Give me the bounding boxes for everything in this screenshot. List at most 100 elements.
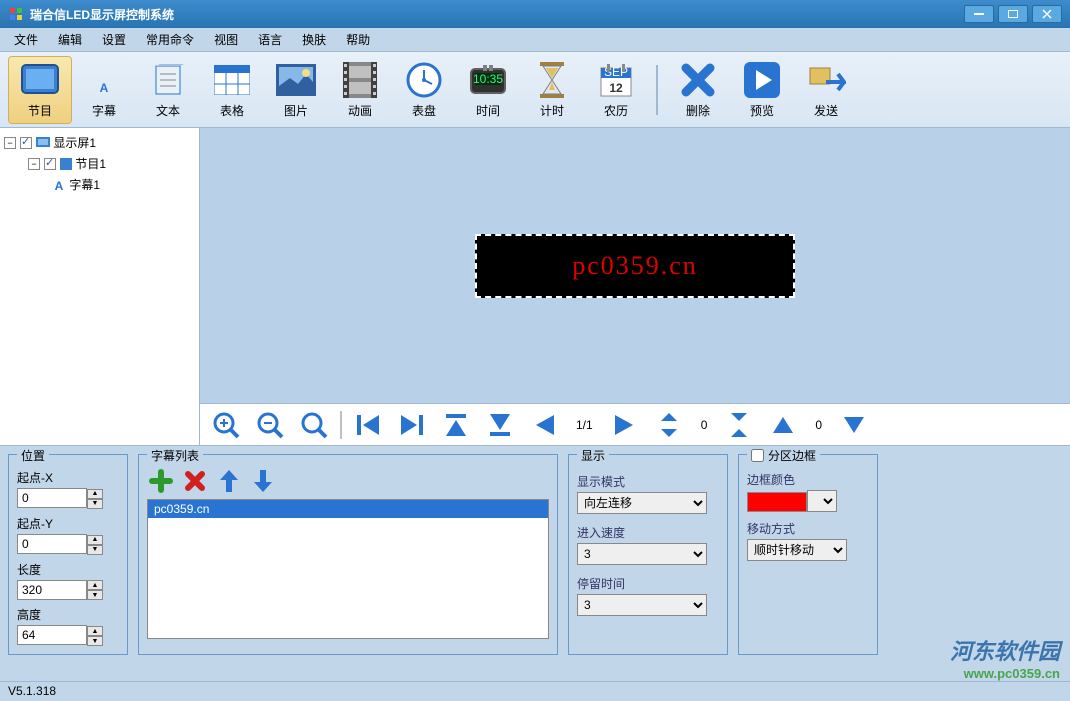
titlebar: 瑞合信LED显示屏控制系统 (0, 0, 1070, 28)
toolbar-table[interactable]: 表格 (200, 56, 264, 124)
toolbar-animation[interactable]: 动画 (328, 56, 392, 124)
subtitle-list-panel: 字幕列表 pc0359.cn (138, 454, 558, 655)
zone-border-checkbox[interactable] (751, 449, 764, 462)
zoom-reset-button[interactable] (296, 409, 332, 441)
minimize-button[interactable] (964, 5, 994, 23)
vspread-button[interactable] (651, 409, 687, 441)
tree-display[interactable]: − 显示屏1 (4, 132, 195, 153)
pos-y-down[interactable]: ▼ (87, 545, 103, 555)
maximize-button[interactable] (998, 5, 1028, 23)
tree-subtitle[interactable]: A 字幕1 (4, 174, 195, 195)
toolbar-send[interactable]: 发送 (794, 56, 858, 124)
pos-x-input[interactable] (17, 488, 87, 508)
svg-text:10:35: 10:35 (473, 72, 503, 86)
pos-h-input[interactable] (17, 625, 87, 645)
position-panel: 位置 起点-X ▲▼ 起点-Y ▲▼ 长度 ▲▼ 高度 ▲▼ (8, 454, 128, 655)
version-label: V5.1.318 (8, 684, 56, 698)
toolbar-preview[interactable]: 预览 (730, 56, 794, 124)
down-button[interactable] (836, 409, 872, 441)
zoom-out-button[interactable] (252, 409, 288, 441)
notepad-icon (148, 60, 188, 100)
arrow-bottom-button[interactable] (482, 409, 518, 441)
svg-text:12: 12 (609, 81, 623, 95)
hourglass-icon (532, 60, 572, 100)
statusbar: V5.1.318 (0, 681, 1070, 701)
menu-commands[interactable]: 常用命令 (136, 29, 204, 50)
pos-w-input[interactable] (17, 580, 87, 600)
page-indicator: 1/1 (570, 418, 599, 432)
table-icon (212, 60, 252, 100)
pos-y-input[interactable] (17, 534, 87, 554)
pos-y-up[interactable]: ▲ (87, 535, 103, 545)
toolbar-text[interactable]: 文本 (136, 56, 200, 124)
menu-edit[interactable]: 编辑 (48, 29, 92, 50)
preview-canvas[interactable]: pc0359.cn (200, 128, 1070, 403)
menu-settings[interactable]: 设置 (92, 29, 136, 50)
enter-speed-select[interactable]: 3 (577, 543, 707, 565)
border-panel: 分区边框 边框颜色 移动方式 顺时针移动 (738, 454, 878, 655)
toolbar-dial[interactable]: 表盘 (392, 56, 456, 124)
app-logo-icon (8, 6, 24, 22)
toolbar-calendar[interactable]: SEP12农历 (584, 56, 648, 124)
border-color-select[interactable] (807, 490, 837, 512)
stay-time-select[interactable]: 3 (577, 594, 707, 616)
toolbar-time[interactable]: 10:35时间 (456, 56, 520, 124)
value-1: 0 (695, 418, 714, 432)
move-down-button[interactable] (249, 467, 277, 495)
pos-h-up[interactable]: ▲ (87, 626, 103, 636)
menu-help[interactable]: 帮助 (336, 29, 380, 50)
move-up-button[interactable] (215, 467, 243, 495)
zoom-in-button[interactable] (208, 409, 244, 441)
pos-w-up[interactable]: ▲ (87, 580, 103, 590)
close-button[interactable] (1032, 5, 1062, 23)
prev-button[interactable] (526, 409, 562, 441)
program-icon (60, 158, 72, 170)
calendar-icon: SEP12 (596, 60, 636, 100)
toolbar-delete[interactable]: 删除 (666, 56, 730, 124)
menu-language[interactable]: 语言 (248, 29, 292, 50)
led-preview[interactable]: pc0359.cn (475, 234, 795, 298)
delete-icon (678, 60, 718, 100)
value-2: 0 (809, 418, 828, 432)
toolbar-program[interactable]: 节目 (8, 56, 72, 124)
clock-icon (404, 60, 444, 100)
display-panel: 显示 显示模式 向左连移 进入速度 3 停留时间 3 (568, 454, 728, 655)
border-move-select[interactable]: 顺时针移动 (747, 539, 847, 561)
pos-x-down[interactable]: ▼ (87, 499, 103, 509)
pos-h-down[interactable]: ▼ (87, 636, 103, 646)
remove-button[interactable] (181, 467, 209, 495)
app-title: 瑞合信LED显示屏控制系统 (30, 6, 174, 23)
film-icon (340, 60, 380, 100)
arrow-top-button[interactable] (438, 409, 474, 441)
up-button[interactable] (765, 409, 801, 441)
display-mode-select[interactable]: 向左连移 (577, 492, 707, 514)
next-button[interactable] (607, 409, 643, 441)
toolbar-image[interactable]: 图片 (264, 56, 328, 124)
letter-icon: A (84, 60, 124, 100)
toolbar-timer[interactable]: 计时 (520, 56, 584, 124)
svg-text:A: A (100, 81, 109, 95)
toolbar-subtitle[interactable]: A字幕 (72, 56, 136, 124)
border-color-swatch[interactable] (747, 492, 807, 512)
add-button[interactable] (147, 467, 175, 495)
last-button[interactable] (394, 409, 430, 441)
toolbar: 节目 A字幕 文本 表格 图片 动画 表盘 10:35时间 计时 SEP12农历… (0, 52, 1070, 128)
menubar: 文件 编辑 设置 常用命令 视图 语言 换肤 帮助 (0, 28, 1070, 52)
send-icon (806, 60, 846, 100)
tree-program[interactable]: − 节目1 (4, 153, 195, 174)
project-tree: − 显示屏1 − 节目1 A 字幕1 (0, 128, 200, 445)
monitor-icon (36, 137, 50, 149)
first-button[interactable] (350, 409, 386, 441)
menu-file[interactable]: 文件 (4, 29, 48, 50)
pos-x-up[interactable]: ▲ (87, 489, 103, 499)
subtitle-listbox[interactable]: pc0359.cn (147, 499, 549, 639)
pos-w-down[interactable]: ▼ (87, 590, 103, 600)
digiclock-icon: 10:35 (468, 60, 508, 100)
vcollapse-button[interactable] (721, 409, 757, 441)
menu-view[interactable]: 视图 (204, 29, 248, 50)
svg-text:A: A (55, 179, 64, 192)
menu-skin[interactable]: 换肤 (292, 29, 336, 50)
list-item[interactable]: pc0359.cn (148, 500, 548, 518)
letter-icon: A (52, 178, 66, 192)
watermark: 河东软件园 www.pc0359.cn (950, 634, 1060, 681)
